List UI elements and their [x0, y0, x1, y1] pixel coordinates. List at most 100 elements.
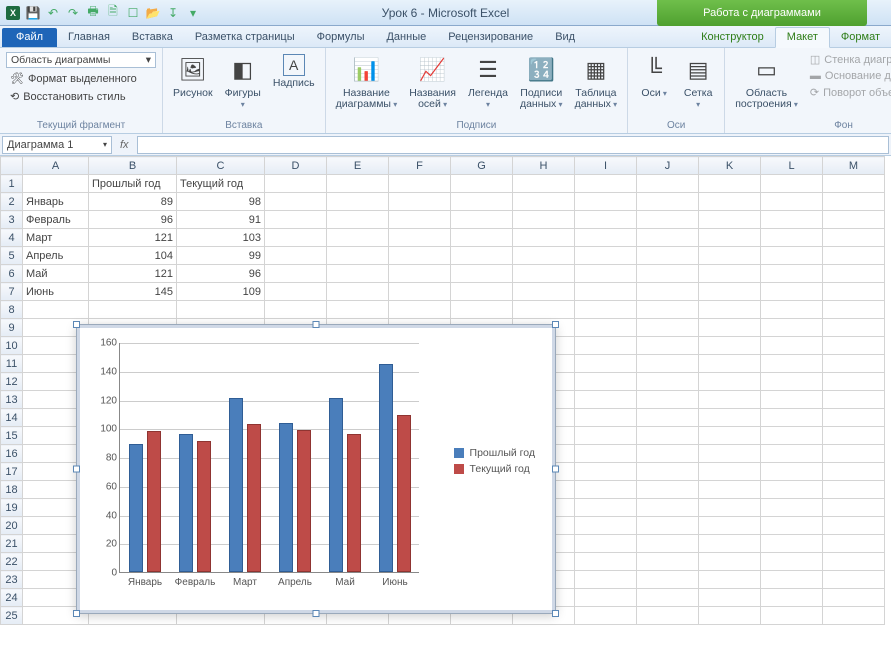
cell-K15[interactable]	[699, 427, 761, 445]
cell-K24[interactable]	[699, 589, 761, 607]
column-header-K[interactable]: K	[699, 157, 761, 175]
cell-J11[interactable]	[637, 355, 699, 373]
tab-insert[interactable]: Вставка	[121, 28, 184, 47]
cell-M16[interactable]	[823, 445, 885, 463]
column-header-F[interactable]: F	[389, 157, 451, 175]
cell-L12[interactable]	[761, 373, 823, 391]
cell-L16[interactable]	[761, 445, 823, 463]
cell-J24[interactable]	[637, 589, 699, 607]
cell-B5[interactable]: 104	[89, 247, 177, 265]
cell-D8[interactable]	[265, 301, 327, 319]
cell-L10[interactable]	[761, 337, 823, 355]
cell-L23[interactable]	[761, 571, 823, 589]
row-header-5[interactable]: 5	[1, 247, 23, 265]
cell-M8[interactable]	[823, 301, 885, 319]
cell-B7[interactable]: 145	[89, 283, 177, 301]
row-header-24[interactable]: 24	[1, 589, 23, 607]
cell-E6[interactable]	[327, 265, 389, 283]
cell-I19[interactable]	[575, 499, 637, 517]
cell-L17[interactable]	[761, 463, 823, 481]
worksheet[interactable]: ABCDEFGHIJKLM1Прошлый годТекущий год2Янв…	[0, 156, 891, 625]
cell-K23[interactable]	[699, 571, 761, 589]
cell-K12[interactable]	[699, 373, 761, 391]
cell-B1[interactable]: Прошлый год	[89, 175, 177, 193]
cell-L4[interactable]	[761, 229, 823, 247]
cell-L7[interactable]	[761, 283, 823, 301]
cell-H7[interactable]	[513, 283, 575, 301]
cell-K4[interactable]	[699, 229, 761, 247]
redo-icon[interactable]: ↷	[66, 6, 80, 20]
cell-F2[interactable]	[389, 193, 451, 211]
row-header-15[interactable]: 15	[1, 427, 23, 445]
cell-E2[interactable]	[327, 193, 389, 211]
cell-A5[interactable]: Апрель	[23, 247, 89, 265]
cell-C1[interactable]: Текущий год	[177, 175, 265, 193]
cell-M17[interactable]	[823, 463, 885, 481]
textbox-button[interactable]: A Надпись	[269, 52, 319, 91]
cell-E8[interactable]	[327, 301, 389, 319]
cell-I9[interactable]	[575, 319, 637, 337]
cell-F3[interactable]	[389, 211, 451, 229]
column-header-B[interactable]: B	[89, 157, 177, 175]
cell-H4[interactable]	[513, 229, 575, 247]
cell-I1[interactable]	[575, 175, 637, 193]
cell-I5[interactable]	[575, 247, 637, 265]
cell-L19[interactable]	[761, 499, 823, 517]
cell-M1[interactable]	[823, 175, 885, 193]
cell-G2[interactable]	[451, 193, 513, 211]
row-header-21[interactable]: 21	[1, 535, 23, 553]
resize-handle-w[interactable]	[73, 466, 80, 473]
row-header-13[interactable]: 13	[1, 391, 23, 409]
bar-1-0[interactable]	[147, 431, 161, 572]
bar-0-1[interactable]	[179, 434, 193, 572]
cell-A4[interactable]: Март	[23, 229, 89, 247]
cell-D4[interactable]	[265, 229, 327, 247]
row-header-9[interactable]: 9	[1, 319, 23, 337]
cell-M23[interactable]	[823, 571, 885, 589]
cell-I25[interactable]	[575, 607, 637, 625]
cell-L18[interactable]	[761, 481, 823, 499]
cell-M10[interactable]	[823, 337, 885, 355]
row-header-11[interactable]: 11	[1, 355, 23, 373]
chart-legend[interactable]: Прошлый год Текущий год	[454, 443, 535, 479]
bar-0-4[interactable]	[329, 398, 343, 572]
chart-area[interactable]: ЯнварьФевральМартАпрельМайИюнь 020406080…	[85, 333, 547, 605]
cell-K22[interactable]	[699, 553, 761, 571]
cell-A3[interactable]: Февраль	[23, 211, 89, 229]
cell-M11[interactable]	[823, 355, 885, 373]
cell-K18[interactable]	[699, 481, 761, 499]
cell-H3[interactable]	[513, 211, 575, 229]
bar-0-5[interactable]	[379, 364, 393, 572]
shapes-button[interactable]: ◧ Фигуры	[221, 52, 265, 112]
cell-I16[interactable]	[575, 445, 637, 463]
column-header-A[interactable]: A	[23, 157, 89, 175]
cell-B3[interactable]: 96	[89, 211, 177, 229]
cell-J19[interactable]	[637, 499, 699, 517]
cell-I4[interactable]	[575, 229, 637, 247]
cell-K17[interactable]	[699, 463, 761, 481]
resize-handle-ne[interactable]	[552, 321, 559, 328]
cell-K21[interactable]	[699, 535, 761, 553]
cell-I14[interactable]	[575, 409, 637, 427]
cell-I2[interactable]	[575, 193, 637, 211]
cell-B4[interactable]: 121	[89, 229, 177, 247]
reset-style-button[interactable]: ⟲ Восстановить стиль	[6, 89, 130, 104]
undo-icon[interactable]: ↶	[46, 6, 60, 20]
cell-L9[interactable]	[761, 319, 823, 337]
cell-I23[interactable]	[575, 571, 637, 589]
cell-K16[interactable]	[699, 445, 761, 463]
cell-D6[interactable]	[265, 265, 327, 283]
row-header-6[interactable]: 6	[1, 265, 23, 283]
row-header-10[interactable]: 10	[1, 337, 23, 355]
tab-home[interactable]: Главная	[57, 28, 121, 47]
resize-handle-e[interactable]	[552, 466, 559, 473]
format-selection-button[interactable]: 🛠 Формат выделенного	[6, 71, 141, 86]
column-header-C[interactable]: C	[177, 157, 265, 175]
cell-M9[interactable]	[823, 319, 885, 337]
cell-G5[interactable]	[451, 247, 513, 265]
cell-L20[interactable]	[761, 517, 823, 535]
tab-design[interactable]: Конструктор	[690, 28, 775, 47]
picture-button[interactable]: 🖼 Рисунок	[169, 52, 217, 101]
cell-K19[interactable]	[699, 499, 761, 517]
cell-E5[interactable]	[327, 247, 389, 265]
